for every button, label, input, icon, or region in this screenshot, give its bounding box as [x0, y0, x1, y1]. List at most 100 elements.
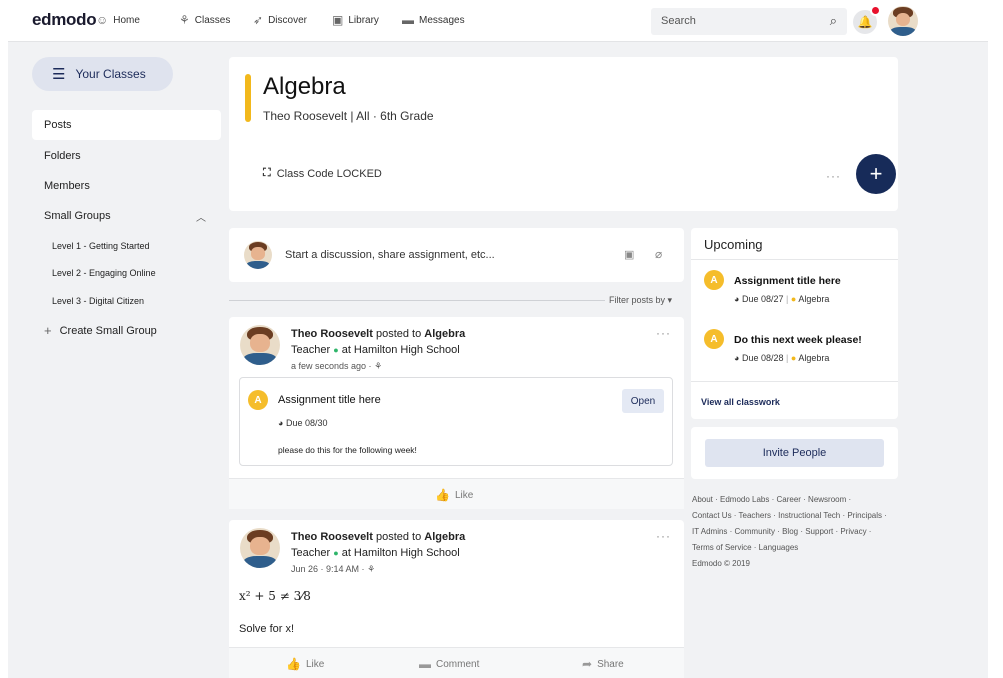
- classes-icon: ⚘: [179, 13, 190, 27]
- search-input[interactable]: Search ⌕: [651, 8, 847, 35]
- view-all-classwork-link[interactable]: View all classwork: [701, 397, 780, 407]
- edmodo-logo[interactable]: edmodo: [32, 10, 97, 30]
- class-title: Algebra: [263, 73, 346, 100]
- chevron-up-icon[interactable]: ︿: [196, 209, 206, 224]
- post-actions: 👍 Like: [229, 478, 684, 509]
- attachment-icon[interactable]: ⌀: [655, 247, 662, 261]
- messages-icon: ▬: [402, 13, 414, 27]
- avatar: [240, 528, 280, 568]
- sidebar-group-item[interactable]: Level 2 - Engaging Online: [52, 268, 156, 278]
- footer-line[interactable]: Contact Us · Teachers · Instructional Te…: [692, 508, 916, 524]
- divider: [691, 381, 898, 382]
- assignment-description: please do this for the following week!: [278, 445, 417, 455]
- post-author[interactable]: Theo Roosevelt: [291, 328, 373, 340]
- invite-people-button[interactable]: Invite People: [705, 439, 884, 467]
- post-author-line: Theo Roosevelt posted to Algebra: [291, 328, 466, 340]
- notification-badge: [870, 5, 881, 16]
- sidebar-item-posts[interactable]: Posts: [32, 110, 221, 140]
- your-classes-button[interactable]: ☰ Your Classes: [32, 57, 173, 91]
- audience-icon: ⚘: [374, 361, 383, 371]
- class-color-bar: [245, 74, 251, 122]
- footer-line[interactable]: About · Edmodo Labs · Career · Newsroom …: [692, 492, 916, 508]
- post-composer[interactable]: Start a discussion, share assignment, et…: [229, 228, 684, 282]
- open-button[interactable]: Open: [622, 389, 664, 413]
- hamburger-icon: ☰: [52, 66, 66, 83]
- comment-button[interactable]: ▬ Comment: [419, 657, 479, 671]
- sidebar-group-item[interactable]: Level 1 - Getting Started: [52, 241, 150, 251]
- top-nav: edmodo ☺ Home ⚘ Classes ➶ Discover ▣ Lib…: [8, 0, 988, 42]
- sidebar-group-item[interactable]: Level 3 - Digital Citizen: [52, 296, 144, 306]
- search-icon[interactable]: ⌕: [830, 13, 837, 29]
- audience-icon: ⚘: [367, 564, 376, 574]
- class-header-card: Algebra Theo Roosevelt | All · 6th Grade…: [229, 57, 898, 211]
- post-card: Theo Roosevelt posted to Algebra Teacher…: [229, 317, 684, 509]
- more-options-icon[interactable]: ···: [826, 169, 841, 183]
- thumbs-up-icon: 👍: [435, 488, 450, 502]
- footer-line[interactable]: IT Admins · Community · Blog · Support ·…: [692, 524, 916, 540]
- like-button[interactable]: 👍 Like: [435, 488, 473, 502]
- post-card: Theo Roosevelt posted to Algebra Teacher…: [229, 520, 684, 678]
- clock-icon: ◕: [734, 353, 740, 363]
- library-icon: ▣: [332, 13, 344, 27]
- class-dot-icon: ●: [790, 353, 797, 363]
- plus-icon: +: [44, 323, 52, 338]
- class-code-icon: ⛶: [263, 167, 271, 179]
- post-class[interactable]: Algebra: [424, 328, 465, 340]
- discover-icon: ➶: [253, 13, 264, 27]
- create-small-group-link[interactable]: + Create Small Group: [32, 323, 157, 338]
- clock-icon: ◕: [278, 418, 284, 428]
- math-expression: x² + 5 ≠ 3⁄8: [239, 589, 311, 603]
- filter-posts-dropdown[interactable]: Filter posts by ▾: [609, 295, 672, 306]
- nav-discover[interactable]: ➶ Discover: [253, 13, 307, 27]
- share-button[interactable]: ➦ Share: [582, 657, 624, 671]
- composer-placeholder[interactable]: Start a discussion, share assignment, et…: [285, 249, 495, 261]
- copyright: Edmodo © 2019: [692, 559, 750, 568]
- sidebar-item-members[interactable]: Members: [32, 180, 90, 192]
- post-author[interactable]: Theo Roosevelt: [291, 531, 373, 543]
- divider: [691, 259, 898, 260]
- post-timestamp: Jun 26 · 9:14 AM · ⚘: [291, 564, 376, 574]
- post-class[interactable]: Algebra: [424, 531, 465, 543]
- nav-messages[interactable]: ▬ Messages: [402, 13, 465, 27]
- home-icon: ☺: [96, 13, 109, 27]
- upcoming-item-due: ◕ Due 08/27 | ● Algebra: [734, 294, 830, 304]
- post-role-line: Teacher ● at Hamilton High School: [291, 547, 460, 559]
- post-options-icon[interactable]: ···: [656, 529, 671, 543]
- post-body: Solve for x!: [239, 623, 295, 635]
- app: edmodo ☺ Home ⚘ Classes ➶ Discover ▣ Lib…: [8, 0, 988, 678]
- assignment-icon: A: [248, 390, 268, 410]
- upcoming-title: Upcoming: [704, 237, 763, 252]
- avatar: [888, 6, 918, 36]
- clock-icon: ◕: [734, 294, 740, 304]
- verified-icon: ●: [333, 548, 339, 558]
- sidebar-item-folders[interactable]: Folders: [32, 150, 81, 162]
- assignment-card[interactable]: A Assignment title here Open ◕ Due 08/30…: [239, 377, 673, 466]
- assignment-icon[interactable]: ▣: [624, 248, 634, 261]
- footer-links: About · Edmodo Labs · Career · Newsroom …: [692, 492, 916, 572]
- upcoming-item-title[interactable]: Assignment title here: [734, 275, 841, 287]
- nav-home[interactable]: ☺ Home: [96, 13, 140, 27]
- post-author-line: Theo Roosevelt posted to Algebra: [291, 531, 466, 543]
- class-code[interactable]: ⛶ Class Code LOCKED: [263, 167, 382, 180]
- search-placeholder: Search: [661, 15, 696, 27]
- nav-classes[interactable]: ⚘ Classes: [179, 13, 230, 27]
- avatar: [244, 241, 272, 269]
- divider: [229, 300, 605, 301]
- assignment-icon: A: [704, 270, 724, 290]
- class-subtitle: Theo Roosevelt | All · 6th Grade: [263, 109, 434, 123]
- profile-avatar[interactable]: [888, 6, 918, 41]
- add-button[interactable]: +: [856, 154, 896, 194]
- thumbs-up-icon: 👍: [286, 657, 301, 671]
- post-options-icon[interactable]: ···: [656, 326, 671, 340]
- sidebar-item-small-groups[interactable]: Small Groups: [32, 210, 111, 222]
- like-button[interactable]: 👍 Like: [286, 657, 324, 671]
- nav-library[interactable]: ▣ Library: [332, 13, 379, 27]
- post-timestamp: a few seconds ago · ⚘: [291, 361, 383, 371]
- invite-card: Invite People: [691, 427, 898, 479]
- upcoming-item-due: ◕ Due 08/28 | ● Algebra: [734, 353, 830, 363]
- comment-icon: ▬: [419, 657, 431, 671]
- post-actions: 👍 Like ▬ Comment ➦ Share: [229, 647, 684, 678]
- footer-line[interactable]: Terms of Service · Languages: [692, 540, 916, 556]
- upcoming-item-title[interactable]: Do this next week please!: [734, 334, 862, 346]
- assignment-title[interactable]: Assignment title here: [278, 394, 381, 406]
